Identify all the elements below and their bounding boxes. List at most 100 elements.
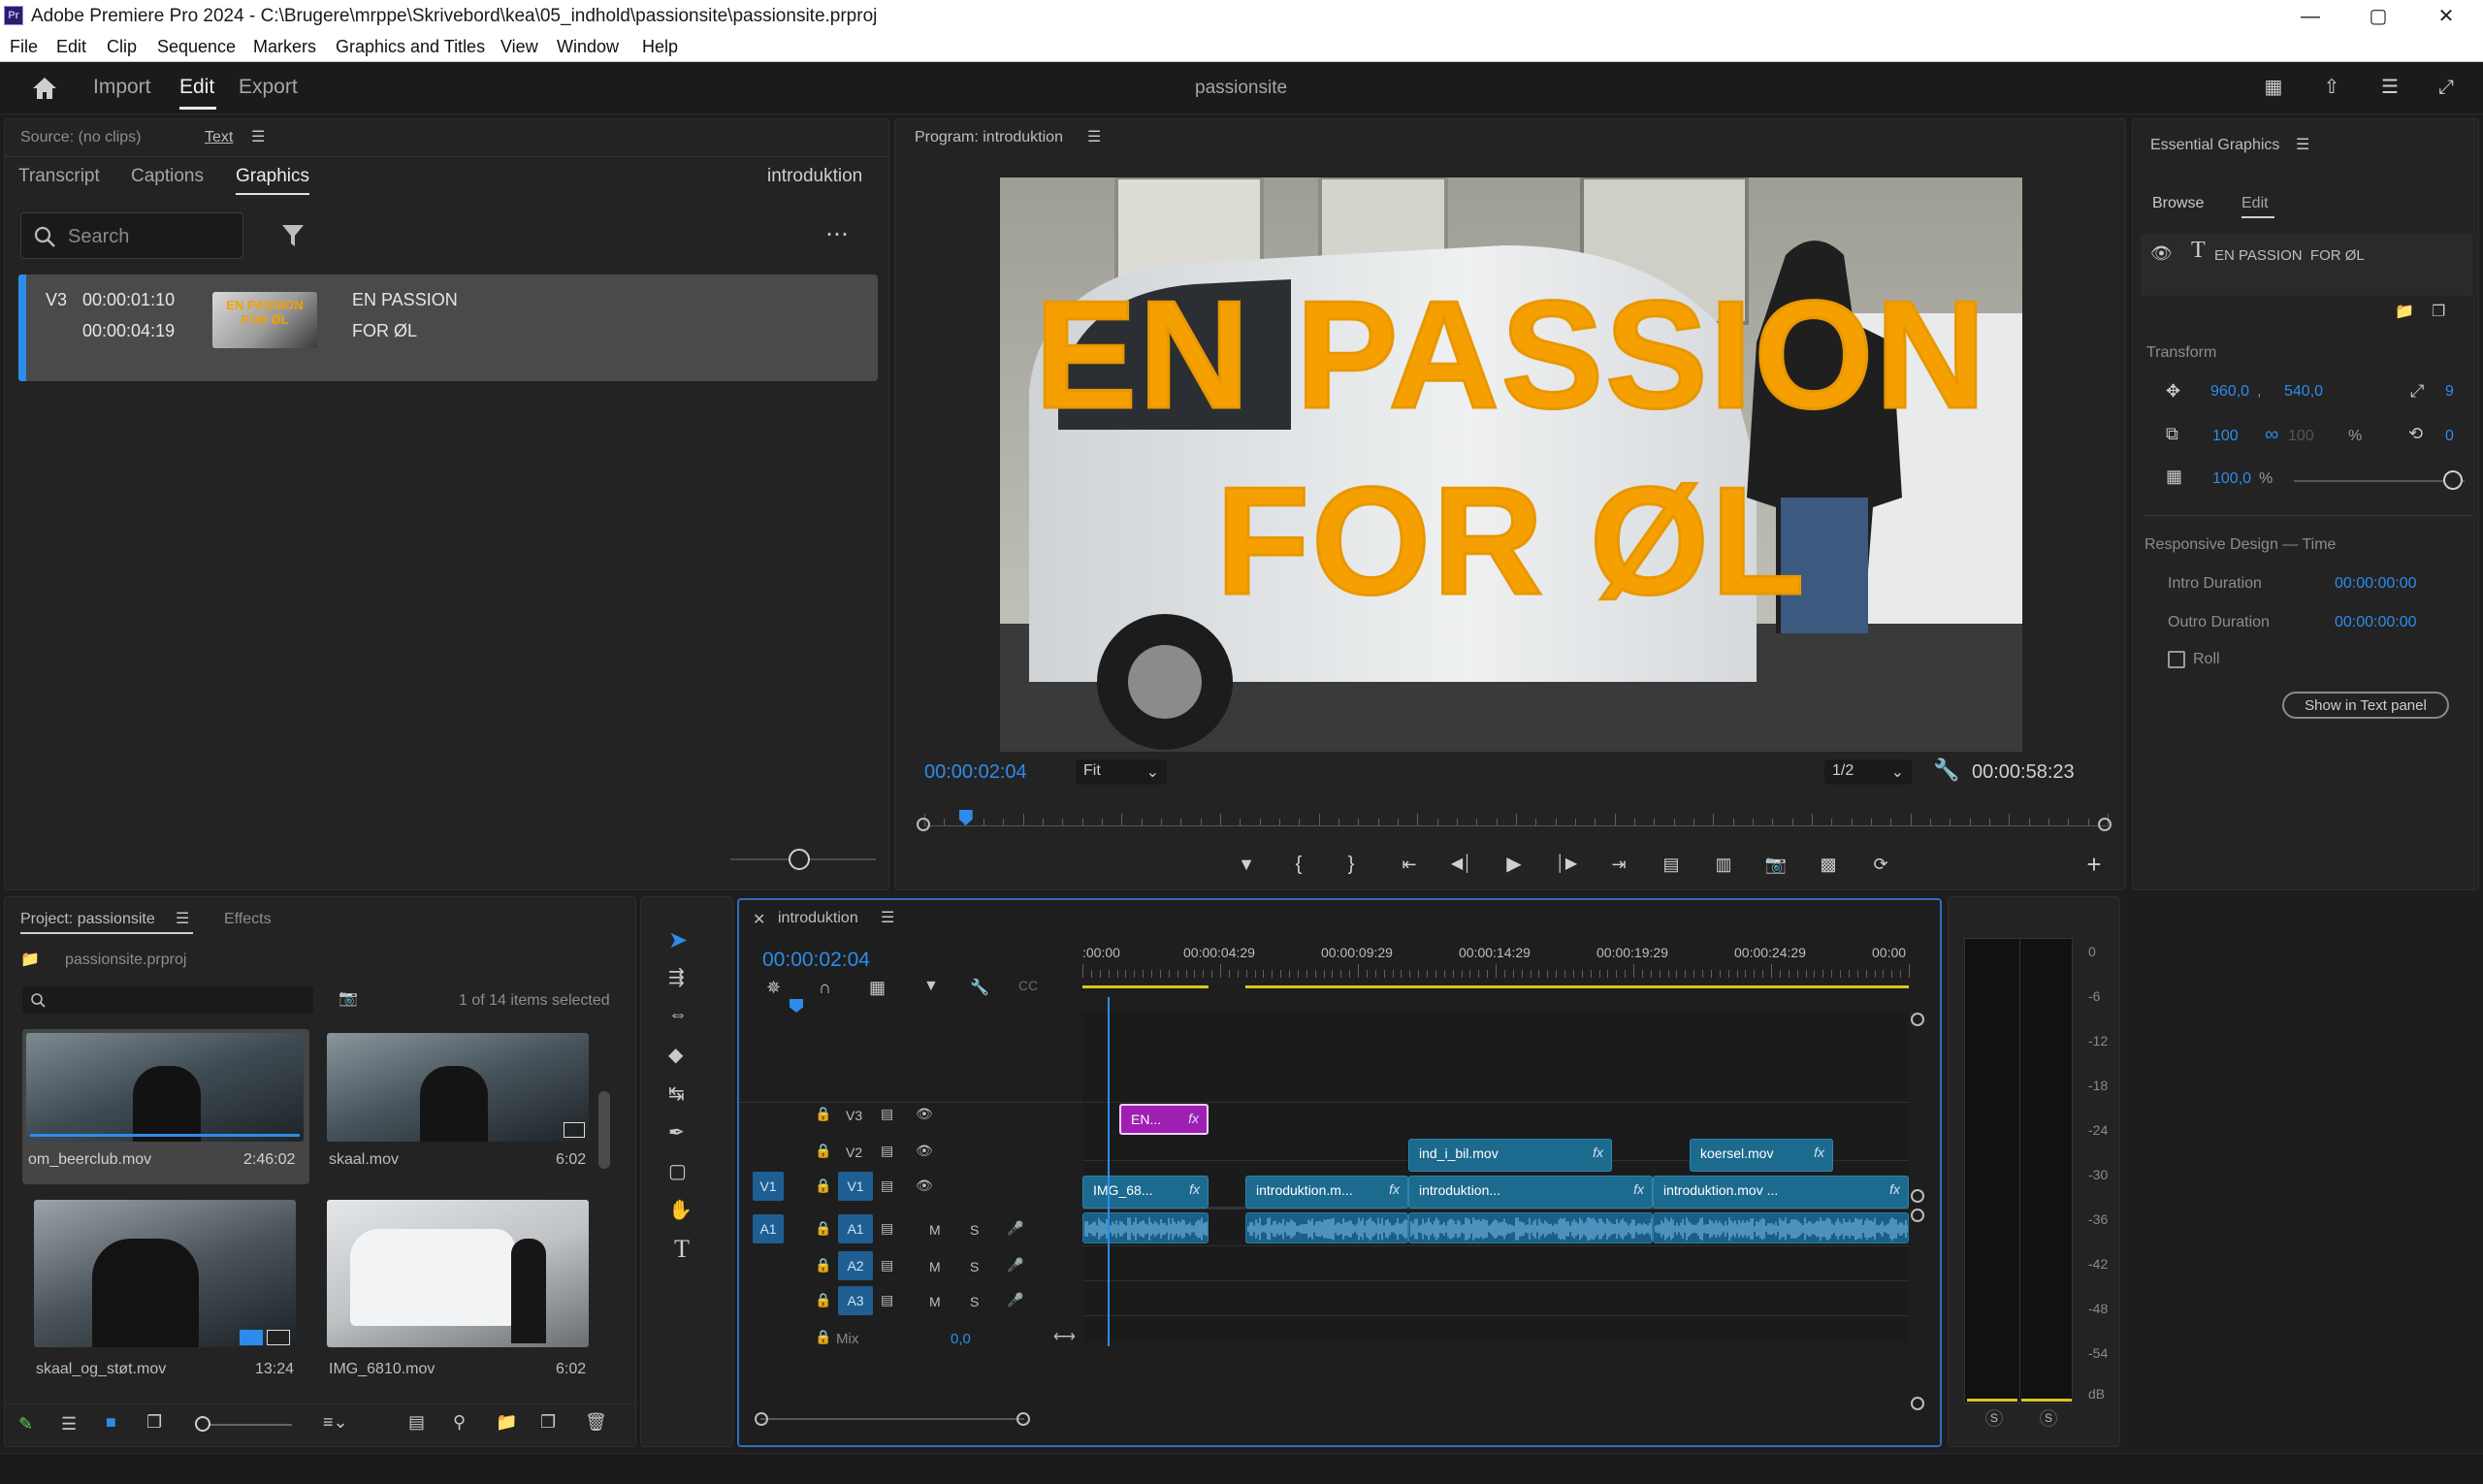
video-clip[interactable]: IMG_68... fx (1082, 1176, 1209, 1209)
close-icon[interactable]: ✕ (2417, 2, 2475, 31)
lock-icon[interactable]: 🔒 (815, 1178, 831, 1194)
workspaces-icon[interactable]: ☰ (2376, 74, 2403, 101)
menu-view[interactable]: View (500, 37, 538, 57)
solo-right-button[interactable]: S (2040, 1409, 2057, 1427)
mute-button[interactable]: M (929, 1222, 941, 1238)
lock-icon[interactable]: 🔒 (815, 1143, 831, 1159)
source-patch-v1[interactable]: V1 (753, 1172, 784, 1201)
graphic-clip[interactable]: EN... fx (1119, 1104, 1209, 1135)
video-clip[interactable]: introduktion... fx (1408, 1176, 1653, 1209)
mute-button[interactable]: M (929, 1294, 941, 1309)
sequence-tab[interactable]: introduktion (778, 910, 858, 927)
rotation-value[interactable]: 0 (2445, 428, 2454, 445)
tab-import[interactable]: Import (93, 76, 151, 99)
program-timecode[interactable]: 00:00:02:04 (924, 761, 1027, 784)
pen-tool-icon[interactable]: ✒ (668, 1120, 685, 1145)
razor-tool-icon[interactable]: ◆ (668, 1043, 683, 1067)
go-to-in-icon[interactable]: ⇤ (1396, 851, 1423, 878)
sync-lock-icon[interactable]: ▤ (881, 1292, 893, 1308)
track-label-a1[interactable]: A1 (838, 1214, 873, 1243)
tab-browse[interactable]: Browse (2152, 195, 2204, 212)
automate-to-sequence-icon[interactable]: ▤ (408, 1412, 425, 1433)
anchor-value[interactable]: 9 (2445, 383, 2454, 401)
clear-icon[interactable]: 🗑 (585, 1412, 607, 1433)
graphic-list-item[interactable]: V3 00:00:01:10 00:00:04:19 EN PASSION FO… (18, 274, 878, 381)
eye-icon[interactable]: 👁 (916, 1178, 933, 1194)
solo-button[interactable]: S (970, 1222, 979, 1238)
audio-clip[interactable] (1653, 1212, 1909, 1243)
sort-icon[interactable]: ≡⌄ (323, 1412, 348, 1433)
fullscreen-icon[interactable]: ⤢ (2433, 74, 2460, 101)
track-area[interactable]: EN... fx ind_i_bil.mov fx koersel.mov fx IM… (1082, 1013, 1909, 1342)
audio-clip[interactable] (1245, 1212, 1408, 1243)
voiceover-mic-icon[interactable]: 🎤 (1007, 1292, 1023, 1308)
timeline-playhead-line[interactable] (1108, 997, 1110, 1346)
mute-button[interactable]: M (929, 1259, 941, 1274)
outro-duration-value[interactable]: 00:00:00:00 (2335, 614, 2417, 631)
timeline-settings-icon[interactable]: 🔧 (970, 978, 989, 997)
position-y[interactable]: 540,0 (2284, 383, 2323, 401)
source-patch-a1[interactable]: A1 (753, 1214, 784, 1243)
sync-lock-icon[interactable]: ▤ (881, 1220, 893, 1237)
captions-icon[interactable]: CC (1018, 978, 1038, 993)
solo-button[interactable]: S (970, 1294, 979, 1309)
media-item[interactable]: IMG_6810.mov 6:02 (323, 1196, 610, 1386)
new-layer-icon[interactable]: ❐ (2432, 302, 2445, 321)
button-editor-add-icon[interactable]: + (2080, 851, 2108, 878)
sync-lock-icon[interactable]: ▤ (881, 1106, 893, 1122)
text-tab[interactable]: Text (205, 129, 233, 146)
menu-window[interactable]: Window (557, 37, 619, 57)
layer-row[interactable]: 👁 T EN PASSION FOR ØL (2141, 234, 2472, 296)
close-sequence-icon[interactable]: ✕ (753, 910, 765, 929)
lock-icon[interactable]: 🔒 (815, 1220, 831, 1237)
panel-menu-icon[interactable]: ☰ (881, 908, 894, 927)
settings-wrench-icon[interactable]: 🔧 (1933, 758, 1959, 783)
media-item[interactable]: om_beerclub.mov 2:46:02 (22, 1029, 309, 1184)
menu-clip[interactable]: Clip (107, 37, 137, 57)
home-icon[interactable] (31, 76, 58, 101)
sync-lock-icon[interactable]: ▤ (881, 1178, 893, 1194)
project-panel-title[interactable]: Project: passionsite (20, 911, 155, 928)
new-item-icon[interactable]: ❐ (540, 1412, 556, 1433)
audio-clip[interactable] (1408, 1212, 1653, 1243)
menu-help[interactable]: Help (642, 37, 678, 57)
sync-lock-icon[interactable]: ▤ (881, 1257, 893, 1274)
add-marker-icon[interactable]: ▼ (923, 978, 939, 995)
media-item[interactable]: skaal.mov 6:02 (323, 1029, 610, 1184)
menu-markers[interactable]: Markers (253, 37, 316, 57)
menu-graphics-and-titles[interactable]: Graphics and Titles (336, 37, 485, 57)
opacity-value[interactable]: 100,0 (2212, 470, 2251, 488)
snap-icon[interactable]: ∩ (819, 978, 831, 998)
list-view-icon[interactable]: ☰ (61, 1414, 77, 1435)
mark-out-icon[interactable]: } (1338, 851, 1365, 878)
scale-value[interactable]: 100 (2212, 428, 2239, 445)
eye-icon[interactable]: 👁 (2150, 243, 2173, 264)
panel-menu-icon[interactable]: ☰ (2296, 135, 2309, 154)
link-icon[interactable]: ∞ (2265, 424, 2278, 446)
roll-checkbox[interactable] (2168, 651, 2185, 668)
horizontal-scrollbar[interactable] (760, 1418, 1024, 1420)
quick-export-icon[interactable]: ▦ (2260, 74, 2287, 101)
ripple-edit-tool-icon[interactable]: ⇔ (668, 1004, 688, 1026)
export-frame-icon[interactable]: 📷 (1762, 851, 1790, 878)
tab-transcript[interactable]: Transcript (18, 166, 100, 187)
voiceover-mic-icon[interactable]: 🎤 (1007, 1257, 1023, 1274)
project-scrollbar[interactable] (598, 1091, 610, 1169)
video-clip[interactable]: introduktion.mov ... fx (1653, 1176, 1909, 1209)
freeform-view-icon[interactable]: ❐ (146, 1412, 162, 1433)
time-ruler[interactable]: :00:00 00:00:04:29 00:00:09:29 00:00:14:… (1082, 945, 1910, 1009)
program-video-frame[interactable]: EN PASSION FOR ØL (1000, 177, 2022, 752)
timeline-timecode[interactable]: 00:00:02:04 (762, 949, 870, 972)
vertical-zoom-handle[interactable] (1911, 1013, 1924, 1026)
maximize-icon[interactable]: ▢ (2349, 2, 2407, 31)
minimize-icon[interactable]: — (2281, 2, 2339, 31)
new-folder-icon[interactable]: 📁 (2395, 302, 2414, 321)
vertical-zoom-handle[interactable] (1911, 1209, 1924, 1222)
tab-edit-graphics[interactable]: Edit (2241, 195, 2269, 212)
horizontal-zoom-handle[interactable] (1016, 1412, 1030, 1426)
share-icon[interactable]: ⇧ (2318, 74, 2345, 101)
go-to-out-icon[interactable]: ⇥ (1605, 851, 1632, 878)
track-label-v3[interactable]: V3 (846, 1108, 862, 1123)
filter-icon[interactable] (280, 222, 306, 249)
slip-tool-icon[interactable]: ↹ (668, 1081, 685, 1106)
